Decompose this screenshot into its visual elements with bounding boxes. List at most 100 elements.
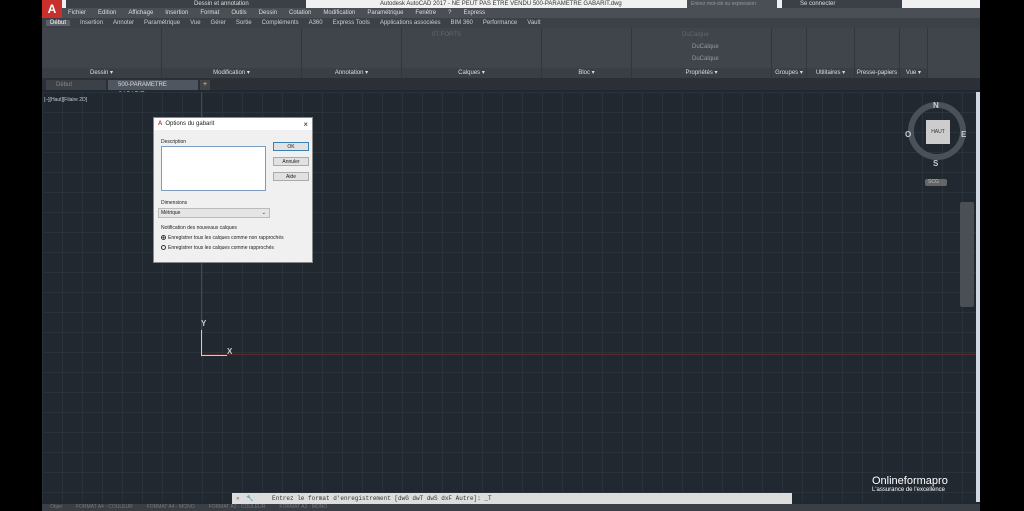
compass-west[interactable]: O [905,130,911,139]
panel-label[interactable]: Modification ▾ [162,68,301,78]
ribbon-tab[interactable]: Express Tools [333,20,370,26]
ribbon-tab[interactable]: Insertion [80,20,103,26]
signin-button[interactable]: Se connecter [782,0,902,8]
menu-item[interactable]: Express [463,10,485,16]
layer-select[interactable]: 0T-FORTS [432,32,461,38]
panel-label[interactable]: Presse-papiers [855,68,899,78]
radio-selected-icon [161,235,166,241]
dimensions-value: Métrique [161,210,181,216]
dimensions-select[interactable]: Métrique ⌄ [158,208,270,218]
cancel-button[interactable]: Annuler [273,157,309,166]
brand-tagline: L'assurance de l'excellence [872,487,946,493]
chevron-down-icon: ⌄ [261,210,266,216]
panel-label[interactable]: Groupes ▾ [772,68,806,78]
layout-tab[interactable]: FORMAT A4 - COULEUR [76,504,133,511]
menu-item[interactable]: Affichage [128,10,153,16]
navigation-bar[interactable] [960,202,974,307]
compass-south[interactable]: S [933,159,938,168]
panel-label[interactable]: Utilitaires ▾ [807,68,854,78]
description-textarea[interactable] [161,146,266,191]
radio-non-rapproches[interactable]: Enregistrer tous les calques comme non r… [161,235,284,241]
quick-access-toolbar: Dessin et annotation [66,0,306,8]
template-options-dialog: A Options du gabarit × Description OK Annu… [153,117,313,263]
menu-item[interactable]: Paramétrique [367,10,403,16]
panel-label[interactable]: Vue ▾ [900,68,927,78]
menu-item[interactable]: Modification [323,10,355,16]
ribbon: Dessin ▾ Modification ▾ Annotation ▾ 0T-… [42,28,980,78]
menu-item[interactable]: Outils [231,10,246,16]
help-button[interactable]: Aide [273,172,309,181]
color-select[interactable]: DuCalque [682,32,709,38]
ribbon-tab[interactable]: Performance [483,20,517,26]
layout-tabs: Objet FORMAT A4 - COULEUR FORMAT A4 - MONO… [42,504,980,511]
panel-label[interactable]: Bloc ▾ [542,68,631,78]
ribbon-tab[interactable]: Compléments [262,20,299,26]
panel-calques: 0T-FORTS Calques ▾ [402,28,542,78]
ribbon-tab[interactable]: Vue [190,20,200,26]
ribbon-tab[interactable]: Applications associées [380,20,441,26]
panel-dessin: Dessin ▾ [42,28,162,78]
panel-utilitaires: Utilitaires ▾ [807,28,855,78]
panel-annotation: Annotation ▾ [302,28,402,78]
dimensions-label: Dimensions [161,200,188,206]
panel-label[interactable]: Calques ▾ [402,68,541,78]
scrollbar[interactable] [976,92,980,502]
layout-tab[interactable]: FORMAT A3 - MONO [279,504,327,511]
ribbon-tab[interactable]: BIM 360 [451,20,473,26]
menu-item[interactable]: Cotation [289,10,311,16]
search-input[interactable]: Entrez mot-clé ou expression [687,0,777,8]
menu-item[interactable]: Fichier [68,10,86,16]
ribbon-tab[interactable]: Vault [527,20,540,26]
notification-label: Notification des nouveaux calques [161,225,237,231]
description-label: Description [161,139,187,145]
close-icon[interactable]: × [303,120,308,129]
panel-label[interactable]: Propriétés ▾ [632,68,771,78]
ribbon-tab[interactable]: Sortie [236,20,252,26]
ucs-x-line [201,355,227,356]
ucs-x-label: X [227,347,233,356]
ribbon-tab[interactable]: Gérer [211,20,226,26]
viewcube-top-face[interactable]: HAUT [926,120,950,144]
viewport-controls[interactable]: [–][Haut][Filaire 2D] [44,97,87,103]
radio-rapproches[interactable]: Enregistrer tous les calques comme rappr… [161,245,274,251]
panel-presse-papiers: Presse-papiers [855,28,900,78]
panel-label[interactable]: Annotation ▾ [302,68,401,78]
radio-label: Enregistrer tous les calques comme rappr… [168,245,274,251]
layout-tab[interactable]: Objet [50,504,62,511]
layout-tab[interactable]: FORMAT A3 - COULEUR [209,504,266,511]
menu-item[interactable]: Format [200,10,219,16]
linetype-select[interactable]: DuCalque [692,44,719,50]
ribbon-tab[interactable]: A360 [309,20,323,26]
compass-north[interactable]: N [933,101,939,110]
menu-item[interactable]: Edition [98,10,116,16]
ribbon-tab[interactable]: Annoter [113,20,134,26]
doc-tab-gabarit[interactable]: 500-PARAMETRE GABARIT [108,80,198,98]
panel-label[interactable]: Dessin ▾ [42,68,161,78]
autocad-logo-button[interactable]: A [42,0,62,18]
radio-label: Enregistrer tous les calques comme non r… [168,235,284,241]
dialog-title: Options du gabarit [165,121,215,127]
lineweight-select[interactable]: DuCalque [692,56,719,62]
viewcube[interactable]: HAUT [908,102,966,160]
ribbon-tab[interactable]: Début [46,20,71,26]
onlineformapro-watermark: Onlineformapro L'assurance de l'excellenc… [872,475,948,493]
drawing-canvas[interactable]: [–][Haut][Filaire 2D] Y X A Options du ga… [42,92,980,502]
menu-item[interactable]: Dessin [259,10,277,16]
doc-tab-debut[interactable]: Début [46,80,106,90]
autocad-window: A Dessin et annotation Autodesk AutoCAD … [42,0,980,511]
menu-item[interactable]: Fenêtre [415,10,436,16]
ucs-menu-button[interactable]: SCG [925,179,947,186]
menu-item[interactable]: Insertion [165,10,188,16]
layout-tab[interactable]: FORMAT A4 - MONO [147,504,195,511]
compass-east[interactable]: E [961,130,966,139]
menu-item[interactable]: ? [448,10,451,16]
panel-vue: Vue ▾ [900,28,928,78]
ok-button[interactable]: OK [273,142,309,151]
ucs-y-label: Y [201,319,207,328]
x-axis-line [201,354,980,355]
ribbon-tab[interactable]: Paramétrique [144,20,180,26]
new-tab-button[interactable]: + [200,80,210,90]
ribbon-tabs: Début Insertion Annoter Paramétrique Vue Gére… [42,18,980,28]
workspace-select[interactable]: Dessin et annotation [194,0,249,8]
command-prompt: Entrez le format d'enregistrement [dwG d… [272,495,492,502]
